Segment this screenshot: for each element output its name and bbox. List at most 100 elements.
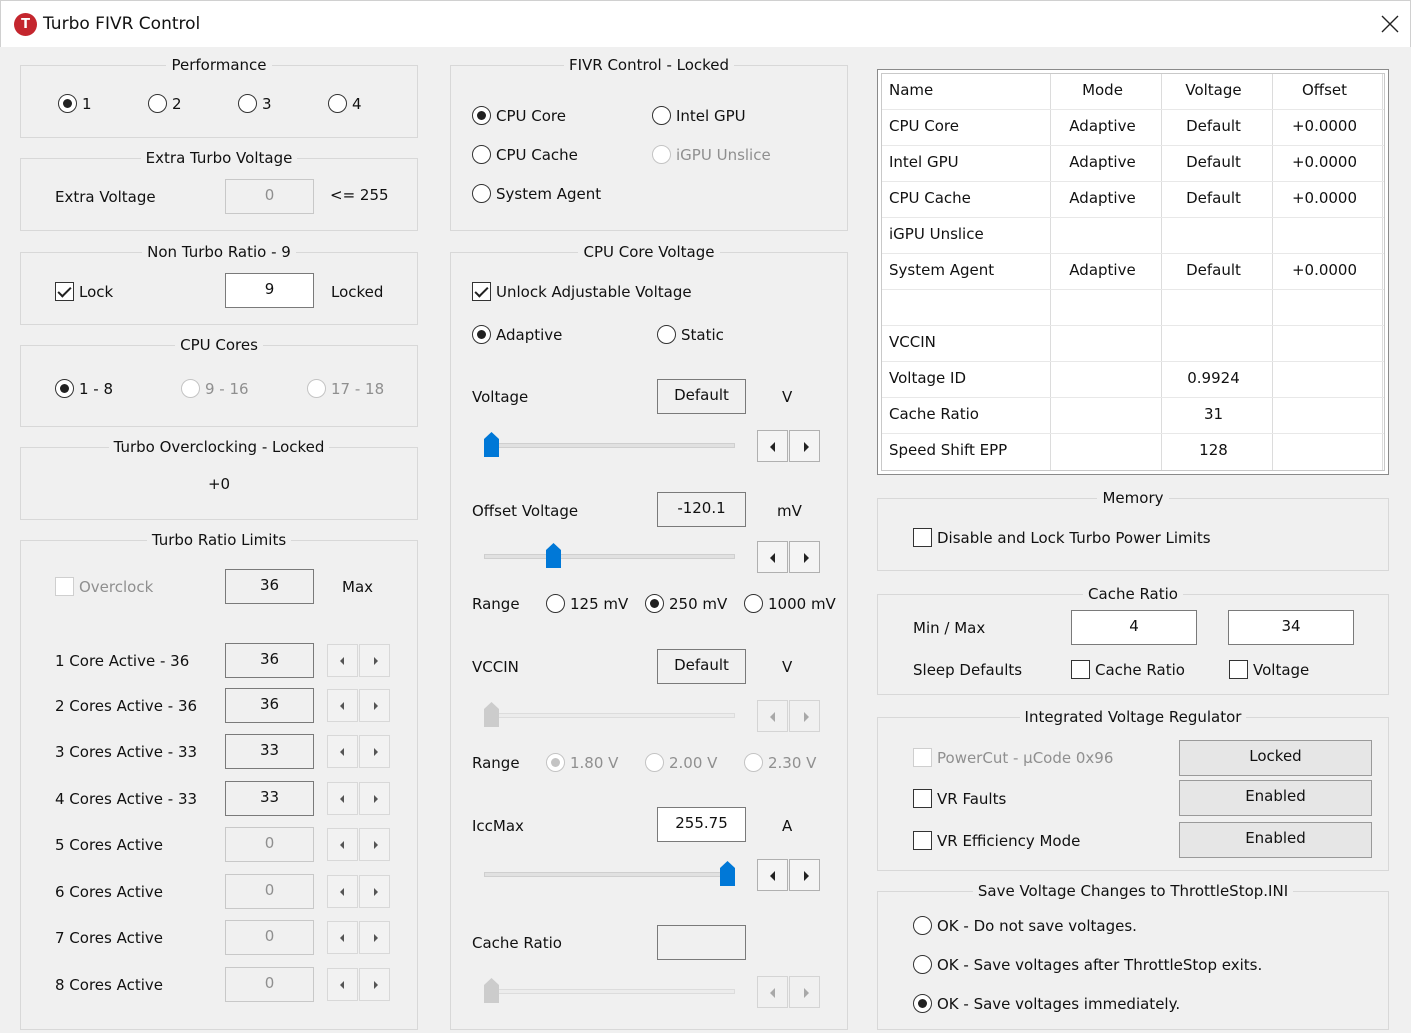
voltage-spinner[interactable] bbox=[757, 430, 820, 462]
static-radio[interactable] bbox=[657, 325, 676, 344]
arrow-left-icon[interactable] bbox=[327, 782, 358, 815]
extra-voltage-field[interactable]: 0 bbox=[225, 179, 314, 214]
arrow-right-icon[interactable] bbox=[359, 828, 390, 861]
cores-radio-1-8[interactable] bbox=[55, 379, 74, 398]
disable-power-limits-checkbox[interactable] bbox=[913, 528, 932, 547]
cores-radio-9-16[interactable] bbox=[181, 379, 200, 398]
arrow-left-icon[interactable] bbox=[327, 875, 358, 908]
ratio-row-field[interactable]: 36 bbox=[225, 643, 314, 678]
arrow-right-icon[interactable] bbox=[789, 700, 820, 732]
offset-slider-track[interactable] bbox=[484, 554, 735, 559]
arrow-right-icon[interactable] bbox=[789, 541, 820, 573]
save-radio-do-not-save[interactable] bbox=[913, 916, 932, 935]
arrow-left-icon[interactable] bbox=[327, 689, 358, 722]
range-radio-125[interactable] bbox=[546, 594, 565, 613]
performance-radio-3[interactable] bbox=[238, 94, 257, 113]
sleep-cache-ratio-checkbox[interactable] bbox=[1071, 660, 1090, 679]
fivr-radio-cpu-cache[interactable] bbox=[472, 145, 491, 164]
arrow-right-icon[interactable] bbox=[359, 968, 390, 1001]
cache-ratio-slider-track[interactable] bbox=[484, 989, 735, 994]
ratio-row-spinner[interactable] bbox=[327, 921, 390, 954]
ratio-row-spinner[interactable] bbox=[327, 689, 390, 722]
offset-slider-thumb[interactable] bbox=[545, 542, 562, 569]
vccin-slider-thumb[interactable] bbox=[483, 701, 500, 728]
ratio-row-spinner[interactable] bbox=[327, 875, 390, 908]
fivr-radio-intel-gpu[interactable] bbox=[652, 106, 671, 125]
vr-faults-checkbox[interactable] bbox=[913, 789, 932, 808]
ratio-row-spinner[interactable] bbox=[327, 828, 390, 861]
iccmax-slider-thumb[interactable] bbox=[719, 860, 736, 887]
performance-radio-4[interactable] bbox=[328, 94, 347, 113]
arrow-left-icon[interactable] bbox=[757, 541, 788, 573]
arrow-left-icon[interactable] bbox=[757, 700, 788, 732]
arrow-left-icon[interactable] bbox=[757, 976, 788, 1008]
ratio-row-field[interactable]: 0 bbox=[225, 920, 314, 955]
offset-voltage-field[interactable]: -120.1 bbox=[657, 492, 746, 527]
ratio-row-field[interactable]: 33 bbox=[225, 734, 314, 769]
vr-efficiency-checkbox[interactable] bbox=[913, 831, 932, 850]
vccin-range-radio-180[interactable] bbox=[546, 753, 565, 772]
performance-radio-2[interactable] bbox=[148, 94, 167, 113]
range-radio-250[interactable] bbox=[645, 594, 664, 613]
arrow-left-icon[interactable] bbox=[327, 644, 358, 677]
ratio-row-field[interactable]: 0 bbox=[225, 874, 314, 909]
arrow-right-icon[interactable] bbox=[789, 430, 820, 462]
ratio-row-field[interactable]: 0 bbox=[225, 827, 314, 862]
arrow-right-icon[interactable] bbox=[789, 859, 820, 891]
overclock-checkbox[interactable] bbox=[55, 577, 74, 596]
voltage-slider-track[interactable] bbox=[484, 443, 735, 448]
powercut-checkbox[interactable] bbox=[913, 748, 932, 767]
arrow-left-icon[interactable] bbox=[327, 735, 358, 768]
arrow-left-icon[interactable] bbox=[757, 430, 788, 462]
cache-max-field[interactable]: 34 bbox=[1228, 610, 1354, 645]
close-icon[interactable] bbox=[1377, 9, 1403, 39]
cache-min-field[interactable]: 4 bbox=[1071, 610, 1197, 645]
iccmax-slider-track[interactable] bbox=[484, 872, 735, 877]
arrow-right-icon[interactable] bbox=[359, 875, 390, 908]
save-radio-immediately[interactable] bbox=[913, 994, 932, 1013]
ratio-row-field[interactable]: 0 bbox=[225, 967, 314, 1002]
arrow-right-icon[interactable] bbox=[789, 976, 820, 1008]
range-radio-1000[interactable] bbox=[744, 594, 763, 613]
lock-checkbox[interactable] bbox=[55, 282, 74, 301]
arrow-left-icon[interactable] bbox=[327, 828, 358, 861]
voltage-field[interactable]: Default bbox=[657, 379, 746, 414]
vr-efficiency-button[interactable]: Enabled bbox=[1179, 822, 1372, 858]
fivr-radio-system-agent[interactable] bbox=[472, 184, 491, 203]
arrow-right-icon[interactable] bbox=[359, 689, 390, 722]
sleep-voltage-checkbox[interactable] bbox=[1229, 660, 1248, 679]
ratio-row-spinner[interactable] bbox=[327, 782, 390, 815]
ratio-row-field[interactable]: 33 bbox=[225, 781, 314, 816]
arrow-left-icon[interactable] bbox=[327, 921, 358, 954]
vccin-range-radio-200[interactable] bbox=[645, 753, 664, 772]
vr-faults-button[interactable]: Enabled bbox=[1179, 780, 1372, 816]
overclock-field[interactable]: 36 bbox=[225, 569, 314, 604]
ratio-row-spinner[interactable] bbox=[327, 735, 390, 768]
ratio-row-spinner[interactable] bbox=[327, 644, 390, 677]
iccmax-spinner[interactable] bbox=[757, 859, 820, 891]
arrow-right-icon[interactable] bbox=[359, 921, 390, 954]
cache-ratio-slider-thumb[interactable] bbox=[483, 977, 500, 1004]
fivr-radio-cpu-core[interactable] bbox=[472, 106, 491, 125]
vccin-slider-track[interactable] bbox=[484, 713, 735, 718]
arrow-left-icon[interactable] bbox=[327, 968, 358, 1001]
vccin-spinner[interactable] bbox=[757, 700, 820, 732]
offset-spinner[interactable] bbox=[757, 541, 820, 573]
non-turbo-field[interactable]: 9 bbox=[225, 273, 314, 308]
save-radio-after-exit[interactable] bbox=[913, 955, 932, 974]
voltage-slider-thumb[interactable] bbox=[483, 431, 500, 458]
arrow-right-icon[interactable] bbox=[359, 735, 390, 768]
vccin-range-radio-230[interactable] bbox=[744, 753, 763, 772]
arrow-right-icon[interactable] bbox=[359, 782, 390, 815]
ratio-row-spinner[interactable] bbox=[327, 968, 390, 1001]
adaptive-radio[interactable] bbox=[472, 325, 491, 344]
core-cache-ratio-field[interactable] bbox=[657, 925, 746, 960]
arrow-right-icon[interactable] bbox=[359, 644, 390, 677]
unlock-voltage-checkbox[interactable] bbox=[472, 282, 491, 301]
iccmax-field[interactable]: 255.75 bbox=[657, 807, 746, 842]
cache-ratio-spinner[interactable] bbox=[757, 976, 820, 1008]
fivr-radio-igpu-unslice[interactable] bbox=[652, 145, 671, 164]
powercut-button[interactable]: Locked bbox=[1179, 740, 1372, 776]
arrow-left-icon[interactable] bbox=[757, 859, 788, 891]
cores-radio-17-18[interactable] bbox=[307, 379, 326, 398]
